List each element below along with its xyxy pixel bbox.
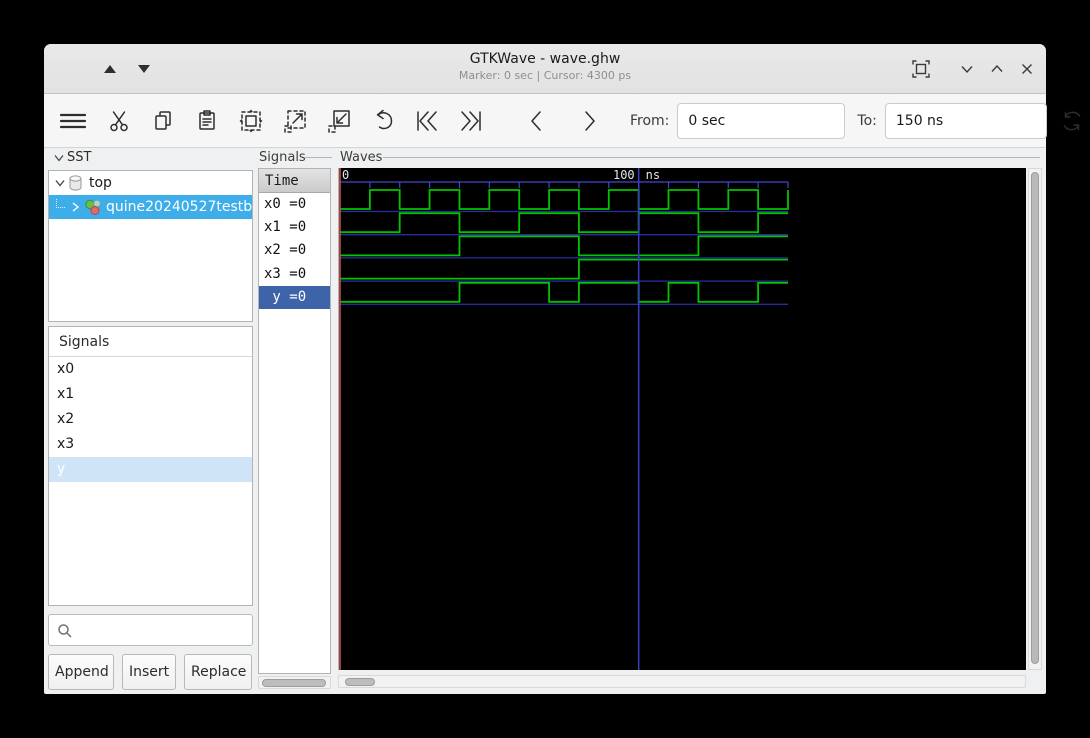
step-back-icon[interactable] <box>524 108 550 134</box>
signal-list-panel: Signals x0 x1 x2 x3 y <box>48 326 253 606</box>
toolbar: From: To: <box>44 94 1081 148</box>
trace-row-x2[interactable]: x2 =0 <box>259 239 330 262</box>
from-label: From: <box>630 112 670 129</box>
waves-hscrollbar[interactable] <box>338 675 1026 688</box>
from-input[interactable] <box>677 102 846 139</box>
signal-list-header: Signals <box>49 327 252 357</box>
search-input[interactable] <box>77 617 247 643</box>
trace-row-x3[interactable]: x3 =0 <box>259 263 330 286</box>
waves-frame-line <box>383 157 1040 158</box>
trace-frame-line <box>304 157 332 158</box>
trace-row-x1[interactable]: x1 =0 <box>259 216 330 239</box>
insert-button[interactable]: Insert <box>122 654 176 690</box>
maximize-icon[interactable] <box>986 58 1008 80</box>
waves-hscrollbar-thumb[interactable] <box>345 678 375 686</box>
sst-tree: top quine20240527testbench <box>48 170 253 322</box>
trace-row-x0[interactable]: x0 =0 <box>259 193 330 216</box>
component-icon <box>84 198 102 216</box>
zoom-fit-icon[interactable] <box>238 108 264 134</box>
svg-text:ns: ns <box>646 168 660 182</box>
chevron-down-icon <box>54 154 64 162</box>
expander-closed-icon[interactable] <box>66 198 84 216</box>
waves-vscrollbar-thumb[interactable] <box>1031 172 1039 664</box>
reload-icon[interactable] <box>1059 108 1085 134</box>
trace-panel: Time x0 =0 x1 =0 x2 =0 x3 =0 y =0 <box>258 168 331 674</box>
trace-row-y[interactable]: y =0 <box>259 285 330 309</box>
trace-panel-hscrollbar-thumb[interactable] <box>262 679 326 687</box>
zoom-in-icon[interactable] <box>282 108 308 134</box>
titlebar: GTKWave - wave.ghw Marker: 0 sec | Curso… <box>44 44 1046 94</box>
undo-icon[interactable] <box>370 108 396 134</box>
tree-item-top[interactable]: top <box>49 171 252 195</box>
list-item-y[interactable]: y <box>49 457 252 482</box>
svg-text:100: 100 <box>613 168 635 182</box>
expander-open-icon[interactable] <box>49 174 67 192</box>
cut-icon[interactable] <box>106 108 132 134</box>
replace-button[interactable]: Replace <box>184 654 252 690</box>
menu-icon[interactable] <box>58 108 88 134</box>
sst-label: SST <box>67 150 92 165</box>
zoom-out-icon[interactable] <box>326 108 352 134</box>
search-icon <box>58 624 72 638</box>
trace-panel-hscrollbar[interactable] <box>258 676 331 689</box>
minimize-icon[interactable] <box>956 58 978 80</box>
search-box <box>48 614 253 646</box>
copy-icon[interactable] <box>150 108 176 134</box>
window-title: GTKWave - wave.ghw <box>469 51 621 67</box>
sst-expander[interactable]: SST <box>52 150 91 165</box>
list-item-x1[interactable]: x1 <box>49 382 252 407</box>
skip-to-start-icon[interactable] <box>414 108 440 134</box>
list-item-x0[interactable]: x0 <box>49 357 252 382</box>
time-header[interactable]: Time <box>259 169 330 193</box>
wave-canvas[interactable]: 0 100 ns <box>338 168 1026 670</box>
to-input[interactable] <box>884 102 1047 139</box>
step-forward-icon[interactable] <box>576 108 602 134</box>
action-buttons: Append Insert Replace <box>48 654 258 690</box>
waves-vscrollbar[interactable] <box>1028 168 1042 670</box>
tree-item-label: top <box>89 175 112 191</box>
marker-cursor-status: Marker: 0 sec | Cursor: 4300 ps <box>458 69 632 82</box>
paste-icon[interactable] <box>194 108 220 134</box>
tree-item-quine[interactable]: quine20240527testbench <box>49 195 252 219</box>
append-button[interactable]: Append <box>48 654 114 690</box>
waves-panel-label: Waves <box>340 150 383 165</box>
fit-window-icon[interactable] <box>910 58 932 80</box>
title-block: GTKWave - wave.ghw Marker: 0 sec | Curso… <box>44 50 1046 83</box>
list-item-x3[interactable]: x3 <box>49 432 252 457</box>
skip-to-end-icon[interactable] <box>458 108 484 134</box>
module-icon <box>67 174 85 192</box>
list-item-x2[interactable]: x2 <box>49 407 252 432</box>
svg-text:0: 0 <box>342 168 349 182</box>
to-label: To: <box>857 112 877 129</box>
tree-connector <box>56 198 65 208</box>
trace-panel-label: Signals <box>259 150 306 165</box>
gtkwave-window: GTKWave - wave.ghw Marker: 0 sec | Curso… <box>44 44 1081 694</box>
close-icon[interactable] <box>1016 58 1038 80</box>
tree-item-label: quine20240527testbench <box>106 199 253 215</box>
